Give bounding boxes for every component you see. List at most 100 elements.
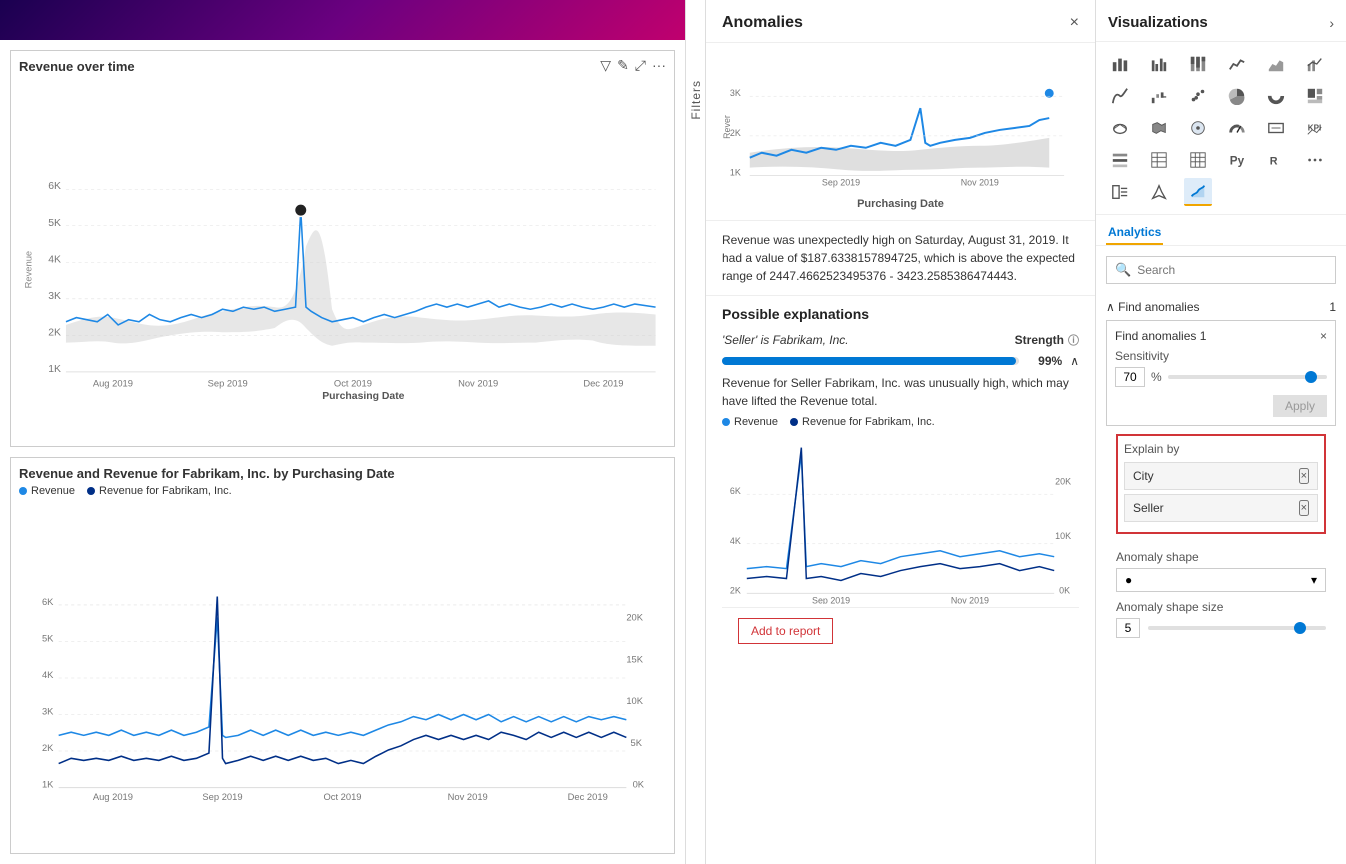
chart2-svg: 1K 2K 3K 4K 5K 6K 0K 5K 10K 15K 20K [19, 501, 666, 864]
svg-text:5K: 5K [48, 218, 61, 229]
viz-icons-grid: KPI Py R [1096, 42, 1346, 215]
svg-text:3K: 3K [42, 706, 54, 717]
viz-icon-gauge[interactable] [1223, 114, 1251, 142]
viz-icon-ribbon[interactable] [1106, 82, 1134, 110]
viz-icon-slicer[interactable] [1106, 146, 1134, 174]
svg-text:Sep 2019: Sep 2019 [208, 377, 248, 388]
viz-icon-donut[interactable] [1262, 82, 1290, 110]
viz-icon-azure-map[interactable] [1184, 114, 1212, 142]
viz-icon-line[interactable] [1223, 50, 1251, 78]
viz-icon-clustered-bar[interactable] [1145, 50, 1173, 78]
comparison-chart-svg: 2K 4K 6K 0K 10K 20K Sep 2019 Nov 2019 [722, 434, 1079, 604]
sensitivity-slider[interactable] [1168, 375, 1327, 379]
strength-info-icon: ⓘ [1068, 332, 1079, 348]
edit-icon[interactable]: ✎ [617, 57, 629, 74]
viz-icon-analytics[interactable] [1184, 178, 1212, 206]
anomalies-panel: Anomalies × 1K 2K 3K Rever Sep 2019 Nov … [705, 0, 1095, 864]
viz-icon-100-bar[interactable] [1184, 50, 1212, 78]
legend-fabrikam: Revenue for Fabrikam, Inc. [87, 485, 232, 497]
viz-icon-table[interactable] [1145, 146, 1173, 174]
mini-chart-x-label: Purchasing Date [722, 198, 1079, 210]
viz-icon-card[interactable] [1262, 114, 1290, 142]
explain-by-section: Explain by City × Seller × [1116, 434, 1326, 534]
viz-icon-scatter[interactable] [1184, 82, 1212, 110]
apply-button[interactable]: Apply [1273, 395, 1327, 417]
anomalies-close-button[interactable]: × [1070, 14, 1079, 32]
viz-icon-treemap[interactable] [1301, 82, 1329, 110]
viz-icon-map[interactable] [1106, 114, 1134, 142]
comp-label-fabrikam: Revenue for Fabrikam, Inc. [802, 416, 935, 428]
viz-icon-area[interactable] [1262, 50, 1290, 78]
svg-text:4K: 4K [730, 536, 741, 546]
svg-text:Revenue: Revenue [23, 251, 34, 289]
explain-tag-seller-close-button[interactable]: × [1299, 500, 1309, 516]
svg-text:Py: Py [1230, 155, 1245, 168]
svg-text:1K: 1K [730, 168, 741, 178]
viz-icon-format[interactable] [1145, 178, 1173, 206]
viz-icon-waterfall[interactable] [1145, 82, 1173, 110]
anomalies-header: Anomalies × [706, 0, 1095, 43]
anomaly-size-slider[interactable] [1148, 626, 1326, 630]
anomaly-size-row: 5 [1116, 618, 1326, 638]
legend-dot-fabrikam [87, 487, 95, 495]
svg-text:20K: 20K [1055, 476, 1071, 486]
viz-icon-stacked-bar[interactable] [1106, 50, 1134, 78]
viz-icon-combo[interactable] [1301, 50, 1329, 78]
viz-icon-matrix[interactable] [1184, 146, 1212, 174]
add-to-report-button[interactable]: Add to report [738, 618, 833, 644]
legend-label-fabrikam: Revenue for Fabrikam, Inc. [99, 485, 232, 497]
chart2-legend: Revenue Revenue for Fabrikam, Inc. [19, 485, 666, 497]
anomaly-mini-chart-svg: 1K 2K 3K Rever Sep 2019 Nov 2019 [722, 53, 1079, 193]
anomaly-size-section: Anomaly shape size 5 [1106, 600, 1336, 646]
viz-icon-pie[interactable] [1223, 82, 1251, 110]
expand-icon[interactable]: ⤢ [635, 57, 646, 74]
explain-tag-seller: Seller × [1124, 494, 1318, 522]
anomaly-shape-dropdown[interactable]: ● ▾ [1116, 568, 1326, 592]
revenue-over-time-chart: ▽ ✎ ⤢ ··· Revenue over time 1K 2K 3K 4K … [10, 50, 675, 447]
viz-icon-kpi[interactable]: KPI [1301, 114, 1329, 142]
more-icon[interactable]: ··· [652, 57, 666, 74]
viz-icon-python[interactable]: Py [1223, 146, 1251, 174]
sensitivity-label: Sensitivity [1115, 349, 1327, 363]
find-anomalies-card: Find anomalies 1 × Sensitivity 70 % Appl… [1106, 320, 1336, 426]
chevron-up-icon[interactable]: ∧ [1070, 354, 1079, 368]
find-anomalies-header: ∧ Find anomalies 1 [1106, 294, 1336, 320]
svg-text:Rever: Rever [722, 115, 732, 139]
anomaly-size-thumb[interactable] [1294, 622, 1306, 634]
right-panel-expand-icon[interactable]: › [1329, 15, 1334, 31]
svg-text:R: R [1270, 156, 1278, 168]
tab-analytics[interactable]: Analytics [1106, 221, 1163, 245]
svg-text:0K: 0K [1059, 585, 1070, 595]
left-panel: ▽ ✎ ⤢ ··· Revenue over time 1K 2K 3K 4K … [0, 0, 685, 864]
viz-icon-r-script[interactable]: R [1262, 146, 1290, 174]
viz-icon-fields[interactable] [1106, 178, 1134, 206]
explain-tag-city-close-button[interactable]: × [1299, 468, 1309, 484]
viz-icon-filled-map[interactable] [1145, 114, 1173, 142]
filter-sidebar[interactable]: Filters [685, 0, 705, 864]
svg-text:20K: 20K [626, 612, 643, 623]
card-header-row: Find anomalies 1 × [1115, 329, 1327, 343]
svg-text:15K: 15K [626, 653, 643, 664]
svg-text:Sep 2019: Sep 2019 [812, 595, 850, 604]
strength-bar-bg [722, 357, 1019, 365]
svg-text:5K: 5K [631, 737, 643, 748]
anomaly-mini-chart-area: 1K 2K 3K Rever Sep 2019 Nov 2019 Purchas… [706, 43, 1095, 221]
filter-icon[interactable]: ▽ [600, 57, 611, 74]
find-anomalies-label: ∧ Find anomalies [1106, 300, 1200, 314]
explain-tag-city: City × [1124, 462, 1318, 490]
search-box[interactable]: 🔍 [1106, 256, 1336, 284]
find-anomalies-count: 1 [1329, 300, 1336, 314]
strength-header-row: 'Seller' is Fabrikam, Inc. Strength ⓘ [722, 332, 1079, 348]
svg-text:5K: 5K [42, 632, 54, 643]
svg-text:6K: 6K [42, 596, 54, 607]
anomaly-shape-section: Anomaly shape ● ▾ [1106, 542, 1336, 600]
sensitivity-thumb[interactable] [1305, 371, 1317, 383]
viz-icon-more[interactable] [1301, 146, 1329, 174]
right-header: Visualizations › [1096, 0, 1346, 42]
card-close-button[interactable]: × [1320, 329, 1327, 343]
right-panel: Visualizations › KPI Py R [1095, 0, 1346, 864]
add-to-report-row: Add to report [722, 607, 1079, 654]
anomaly-shape-dropdown-arrow: ▾ [1311, 573, 1317, 587]
search-input[interactable] [1137, 263, 1327, 277]
svg-text:10K: 10K [626, 695, 643, 706]
